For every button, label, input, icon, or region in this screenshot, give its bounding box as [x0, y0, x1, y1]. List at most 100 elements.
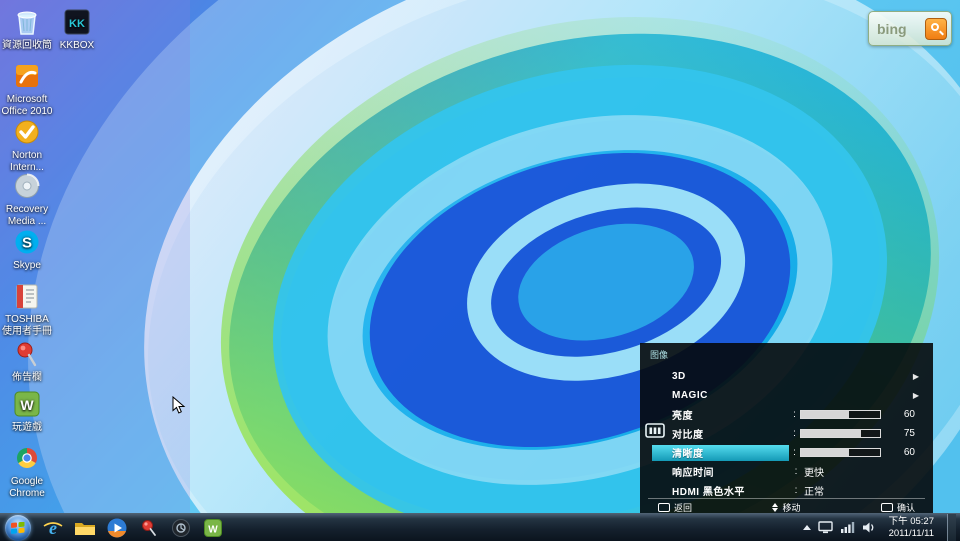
desktop-screen: 資源回收筒 KK KKBOX Microsoft Office 2010 Nor… — [0, 0, 960, 541]
contrast-value: 75 — [881, 428, 915, 439]
slider-fill — [801, 411, 848, 418]
desktop-icon-toshiba-manual[interactable]: TOSHIBA 使用者手冊 — [0, 280, 54, 337]
search-button[interactable] — [925, 18, 947, 40]
games-w-icon: W — [203, 518, 223, 538]
brightness-slider[interactable] — [800, 410, 881, 419]
osd-colon: : — [789, 447, 801, 458]
taskbar: e — [0, 513, 960, 541]
osd-item-brightness[interactable]: 亮度 : 60 — [640, 405, 933, 424]
pushpin-icon — [11, 338, 43, 370]
desktop-icon-recovery[interactable]: Recovery Media ... — [0, 170, 54, 227]
desktop-icon-label: KKBOX — [60, 40, 94, 51]
osd-item-label: HDMI 黑色水平 — [652, 483, 790, 499]
desktop-icon-play-games[interactable]: W 玩遊戲 — [0, 388, 54, 434]
show-desktop-button[interactable] — [947, 514, 956, 541]
slider-fill — [801, 449, 848, 456]
desktop-icon-label: 佈告欄 — [12, 372, 42, 383]
osd-colon: : — [790, 466, 802, 477]
osd-rows: 3D ▶ MAGIC ▶ 亮度 : 60 对比度 : 75 清晰度 — [640, 367, 933, 500]
recovery-media-icon — [11, 170, 43, 202]
system-tray: 下午 05:27 2011/11/11 — [803, 514, 960, 541]
taskbar-internet-explorer[interactable]: e — [37, 515, 69, 541]
internet-explorer-icon: e — [42, 517, 64, 539]
clock-date: 2011/11/11 — [889, 528, 934, 540]
desktop-icon-label: Recovery Media ... — [6, 204, 48, 227]
desktop-icon-google-chrome[interactable]: Google Chrome — [0, 442, 54, 499]
show-hidden-icons-button[interactable] — [803, 525, 811, 530]
desktop-icon-norton[interactable]: Norton Intern... — [0, 116, 54, 173]
svg-text:S: S — [22, 235, 32, 252]
games-icon: W — [11, 388, 43, 420]
bing-search-gadget[interactable]: bing — [868, 11, 952, 46]
osd-item-label: 响应时间 — [652, 464, 790, 480]
osd-item-response-time[interactable]: 响应时间 : 更快 — [640, 462, 933, 481]
osd-colon: : — [789, 428, 801, 439]
osd-item-sharpness[interactable]: 清晰度 : 60 — [640, 443, 933, 462]
desktop-icon-label: Microsoft Office 2010 — [2, 94, 53, 117]
enter-icon — [881, 503, 893, 512]
norton-icon — [11, 116, 43, 148]
osd-item-magic[interactable]: MAGIC ▶ — [640, 386, 933, 405]
desktop-icon-label: Skype — [13, 260, 41, 271]
desktop-icon-kkbox[interactable]: KK KKBOX — [50, 6, 104, 52]
hdmi-black-level-value: 正常 — [804, 483, 824, 498]
desktop-icon-bulletin-board[interactable]: 佈告欄 — [0, 338, 54, 384]
chevron-right-icon: ▶ — [913, 372, 919, 381]
display-tray-icon[interactable] — [818, 521, 833, 534]
svg-text:e: e — [49, 518, 57, 538]
skype-icon: S — [11, 226, 43, 258]
desktop-icon-recycle-bin[interactable]: 資源回收筒 — [0, 6, 54, 52]
media-player-icon — [106, 517, 128, 539]
taskbar-media-player[interactable] — [101, 515, 133, 541]
monitor-osd-menu: 图像 3D ▶ MAGIC ▶ 亮度 : 60 对比度 — [640, 343, 933, 520]
move-arrows-icon — [772, 503, 778, 512]
taskbar-windows-explorer[interactable] — [69, 515, 101, 541]
taskbar-pinned-app[interactable] — [133, 515, 165, 541]
utility-dial-icon — [171, 518, 191, 538]
clock-time: 下午 05:27 — [889, 516, 934, 528]
pushpin-icon — [139, 518, 159, 538]
windows-flag-icon — [11, 522, 25, 535]
start-button[interactable] — [5, 515, 31, 541]
search-icon — [931, 23, 939, 31]
taskbar-wildtangent-games[interactable]: W — [197, 515, 229, 541]
osd-item-label: 清晰度 — [652, 445, 789, 461]
recycle-bin-icon — [11, 6, 43, 38]
search-icon-handle — [939, 30, 944, 35]
sharpness-slider[interactable] — [800, 448, 881, 457]
taskbar-clock[interactable]: 下午 05:27 2011/11/11 — [883, 516, 940, 540]
volume-tray-icon[interactable] — [862, 521, 876, 534]
svg-text:W: W — [208, 524, 218, 535]
svg-text:W: W — [20, 397, 34, 413]
chrome-icon — [11, 442, 43, 474]
taskbar-toshiba-utility[interactable] — [165, 515, 197, 541]
bing-logo: bing — [877, 21, 907, 37]
mouse-cursor — [172, 396, 186, 414]
slider-fill — [801, 430, 860, 437]
osd-colon: : — [789, 409, 801, 420]
osd-item-3d[interactable]: 3D ▶ — [640, 367, 933, 386]
folder-icon — [74, 519, 96, 537]
osd-item-label: 亮度 — [652, 407, 789, 423]
osd-item-contrast[interactable]: 对比度 : 75 — [640, 424, 933, 443]
osd-title: 图像 — [650, 348, 668, 361]
response-time-value: 更快 — [804, 464, 824, 479]
sharpness-value: 60 — [881, 447, 915, 458]
osd-item-label: 对比度 — [652, 426, 789, 442]
kkbox-icon: KK — [61, 6, 93, 38]
osd-item-label: MAGIC — [652, 388, 790, 404]
desktop-icon-label: 資源回收筒 — [2, 40, 52, 51]
office-icon — [11, 60, 43, 92]
desktop-icon-label: Google Chrome — [9, 476, 45, 499]
contrast-slider[interactable] — [800, 429, 881, 438]
user-manual-icon — [11, 280, 43, 312]
osd-colon: : — [790, 485, 802, 496]
svg-text:KK: KK — [69, 18, 85, 30]
desktop-icon-label: TOSHIBA 使用者手冊 — [2, 314, 52, 337]
desktop-icon-skype[interactable]: S Skype — [0, 226, 54, 272]
return-icon — [658, 503, 670, 512]
network-tray-icon[interactable] — [840, 521, 855, 534]
desktop-icon-office[interactable]: Microsoft Office 2010 — [0, 60, 54, 117]
osd-item-label: 3D — [652, 369, 790, 385]
desktop-icon-label: 玩遊戲 — [12, 422, 42, 433]
